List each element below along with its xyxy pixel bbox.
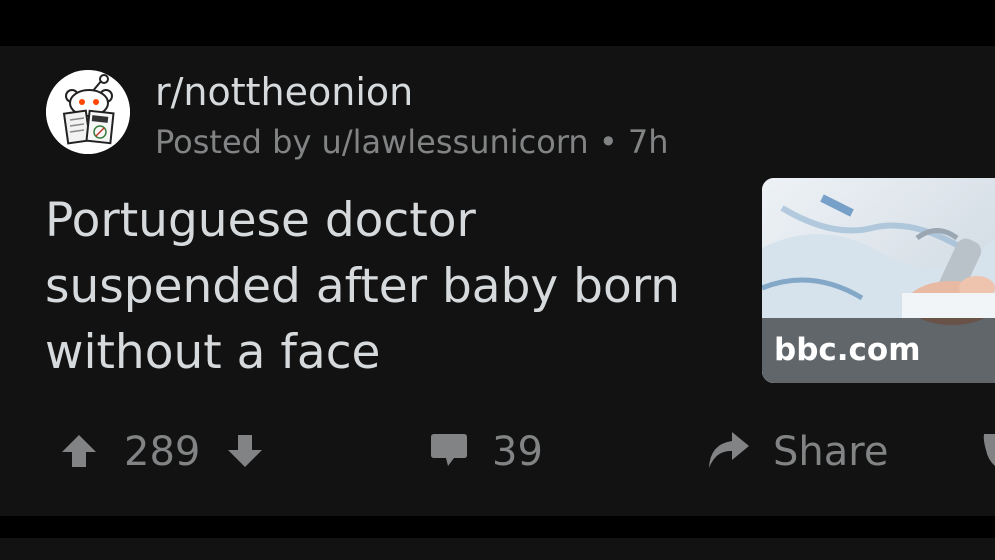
posted-by-link[interactable]: Posted by u/lawlessunicorn	[155, 123, 589, 161]
post-title[interactable]: Portuguese doctor suspended after baby b…	[45, 188, 685, 386]
next-post-card	[0, 538, 995, 560]
comment-count[interactable]: 39	[492, 422, 543, 482]
share-arrow-icon[interactable]	[706, 428, 750, 476]
link-thumbnail[interactable]: bbc.com	[762, 178, 995, 383]
award-icon[interactable]	[980, 430, 995, 474]
subreddit-avatar[interactable]	[46, 70, 130, 154]
link-domain: bbc.com	[762, 318, 995, 383]
downvote-arrow-icon[interactable]	[226, 432, 264, 474]
subreddit-name[interactable]: r/nottheonion	[155, 70, 413, 114]
upvote-arrow-icon[interactable]	[60, 432, 98, 474]
vote-score: 289	[124, 429, 201, 475]
post-age: 7h	[627, 123, 669, 161]
comment-bubble-icon[interactable]	[430, 432, 468, 472]
post-meta: Posted by u/lawlessunicorn • 7h	[155, 120, 669, 164]
meta-separator: •	[598, 123, 618, 161]
share-button[interactable]: Share	[773, 422, 888, 482]
snoo-reading-newspaper-icon	[46, 70, 130, 154]
